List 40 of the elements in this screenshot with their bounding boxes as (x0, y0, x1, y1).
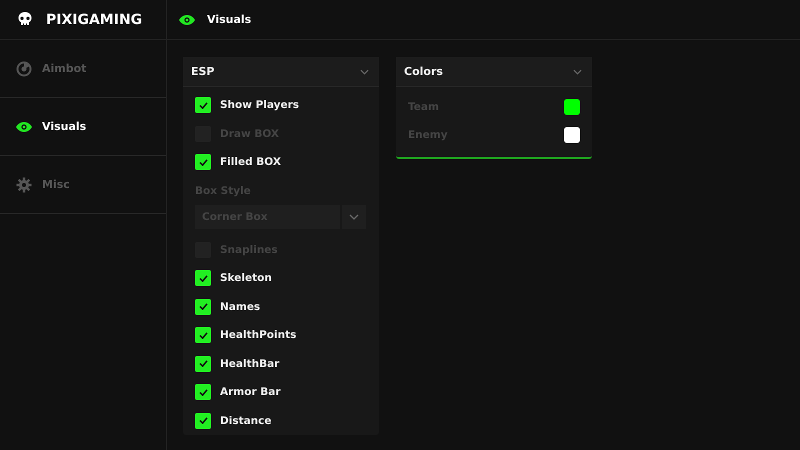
gear-icon (16, 176, 32, 192)
chevron-icon[interactable] (573, 68, 582, 74)
option-label: Armor Bar (220, 386, 281, 398)
option-label: Filled BOX (220, 156, 281, 168)
option-label: Skeleton (220, 272, 272, 284)
sidebar-item[interactable]: Visuals (0, 98, 166, 156)
sidebar-item[interactable]: Misc (0, 156, 166, 214)
checkbox[interactable] (195, 97, 211, 114)
checkmark-icon (198, 303, 208, 310)
brand-name: PIXIGAMING (46, 12, 142, 28)
checkmark-icon (198, 332, 208, 339)
option-label: Show Players (220, 99, 300, 112)
checkmark-icon (198, 417, 208, 424)
eye-icon (16, 122, 32, 132)
checkmark-icon (198, 102, 208, 109)
option-label: Names (220, 300, 260, 313)
checkbox[interactable] (195, 270, 211, 286)
checkbox[interactable] (195, 154, 211, 170)
checkbox[interactable] (195, 327, 211, 344)
color-swatch[interactable] (564, 99, 580, 115)
chevron-icon[interactable] (360, 68, 369, 74)
panel-title: ESP (191, 65, 214, 78)
option-label: HealthPoints (220, 329, 296, 342)
checkmark-icon (198, 388, 208, 396)
checkmark-icon (198, 274, 208, 282)
chevron-icon (349, 214, 359, 220)
checkbox[interactable] (195, 412, 211, 429)
eye-icon (179, 14, 195, 24)
sidebar-item[interactable]: Aimbot (0, 40, 166, 98)
color-swatch[interactable] (564, 127, 580, 143)
page-title: Visuals (207, 13, 252, 26)
checkbox[interactable] (195, 298, 211, 315)
checkmark-icon (198, 158, 208, 166)
checkmark-icon (198, 360, 208, 368)
radar-icon (16, 60, 32, 76)
option-label: HealthBar (220, 358, 280, 370)
panel-title: Colors (404, 65, 443, 78)
checkbox[interactable] (195, 356, 211, 372)
option-label: Distance (220, 414, 272, 427)
checkbox[interactable] (195, 384, 211, 400)
